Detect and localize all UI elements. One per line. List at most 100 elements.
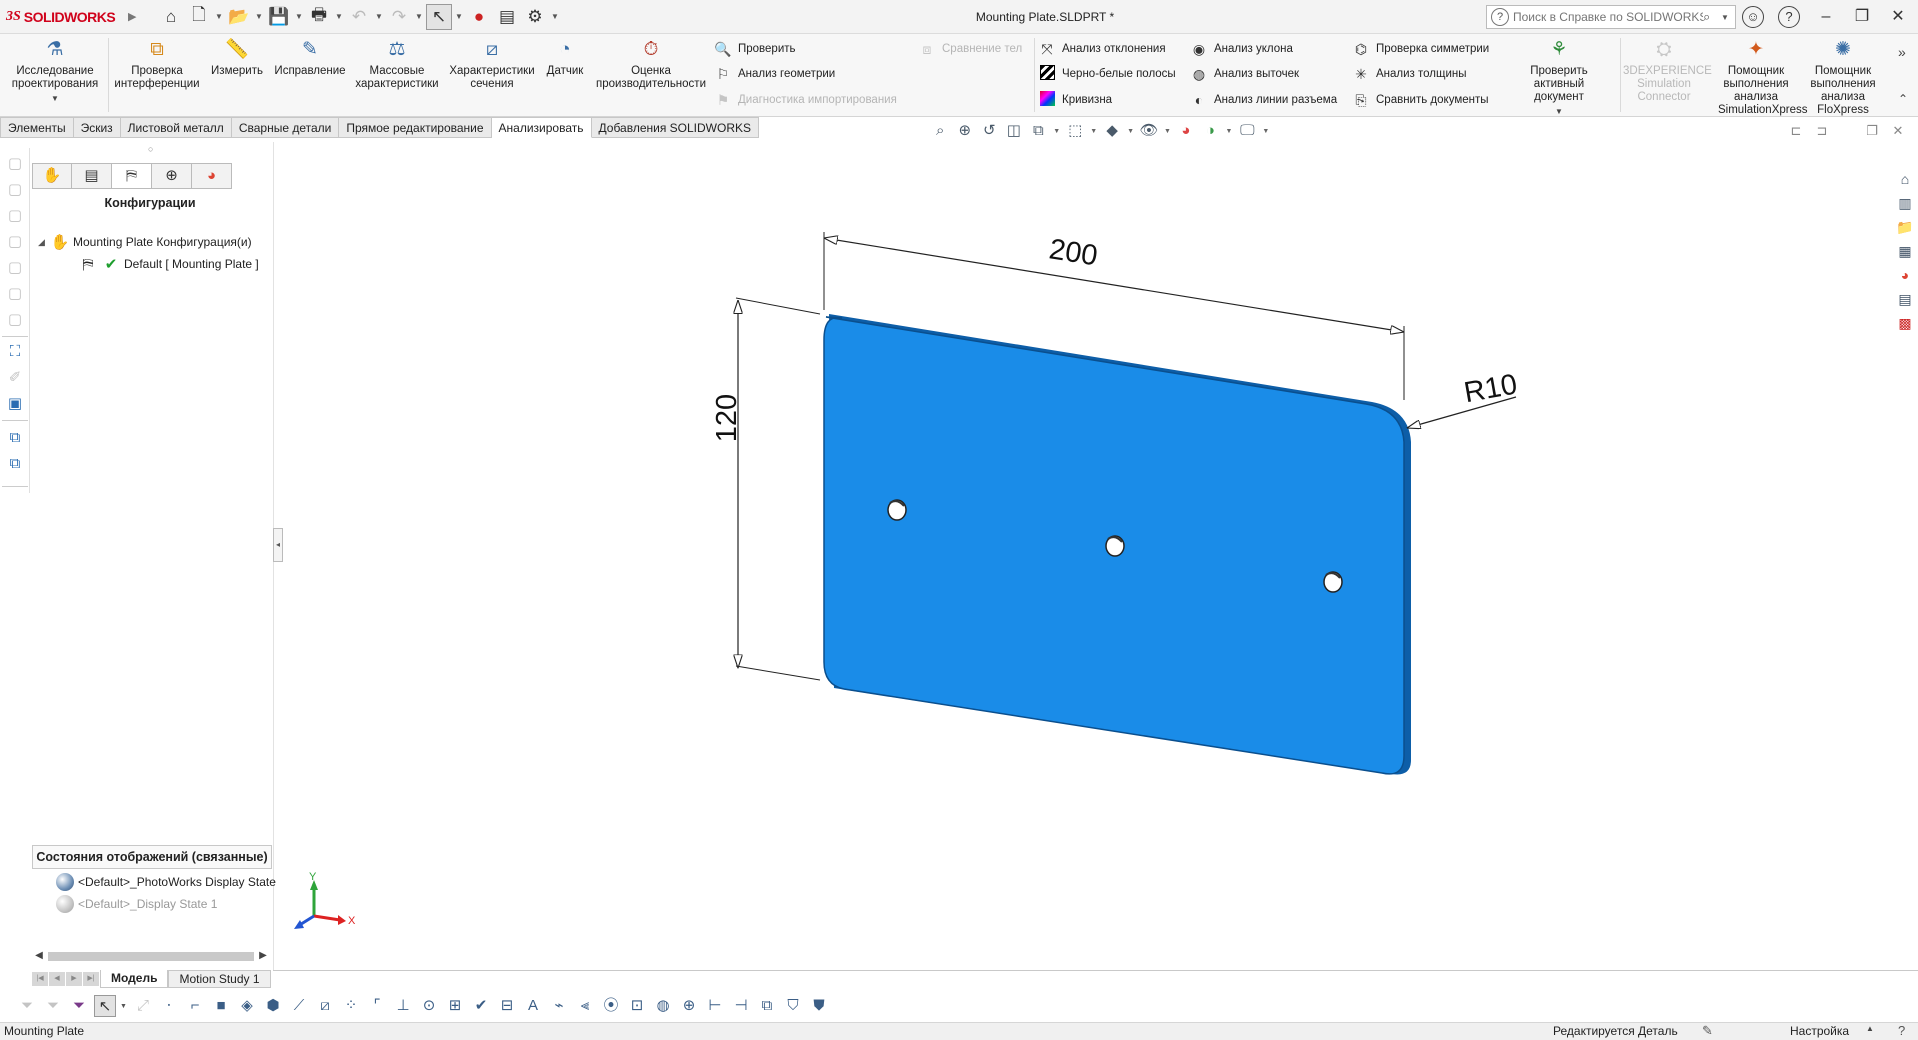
featuremanager-tree-tab[interactable]: ✋: [32, 163, 72, 189]
filter-center-marks-icon[interactable]: ⊕: [678, 995, 700, 1017]
more-commands-icon[interactable]: »: [1898, 44, 1906, 60]
tab-model[interactable]: Модель: [100, 970, 169, 988]
compare-bodies-button[interactable]: ⧈ Сравнение тел: [918, 38, 1023, 60]
appearances-icon[interactable]: ◕: [1894, 264, 1916, 286]
section-view-icon[interactable]: ◫: [1004, 121, 1025, 141]
orientation-dropdown-icon[interactable]: ▼: [1089, 128, 1097, 135]
mounting-hole[interactable]: [1105, 535, 1125, 557]
strip-tool-5-icon[interactable]: ▢: [5, 258, 25, 278]
strip-tool-3-icon[interactable]: ▢: [5, 206, 25, 226]
filter-notes-icon[interactable]: A: [522, 995, 544, 1017]
restore-window-icon[interactable]: ❐: [1844, 0, 1880, 34]
parting-line-analysis-button[interactable]: ◐ Анализ линии разъема: [1190, 89, 1337, 111]
filter-disabled-icon[interactable]: ⤢: [132, 995, 154, 1017]
horizontal-scrollbar[interactable]: ◀ ▶: [32, 947, 270, 965]
mass-properties-button[interactable]: ⚖ Массовые характеристики: [352, 38, 442, 116]
close-window-icon[interactable]: ✕: [1880, 0, 1916, 34]
display-style-dropdown-icon[interactable]: ▼: [1126, 128, 1134, 135]
filter-dimensions-icon[interactable]: ⊞: [444, 995, 466, 1017]
scroll-thumb[interactable]: [48, 952, 254, 961]
curvature-button[interactable]: Кривизна: [1038, 89, 1112, 111]
prev-tab-icon[interactable]: ◀: [49, 972, 65, 986]
model-view[interactable]: 200 120 R10 Y X: [284, 142, 1890, 968]
save-dropdown-icon[interactable]: ▼: [294, 12, 304, 21]
first-tab-icon[interactable]: |◀: [32, 972, 48, 986]
strip-tool-4-icon[interactable]: ▢: [5, 232, 25, 252]
units-dropdown-icon[interactable]: ▲: [1866, 1024, 1874, 1033]
filter-vertices-icon[interactable]: ⋅: [158, 995, 180, 1017]
display-state-row[interactable]: <Default>_PhotoWorks Display State: [56, 872, 276, 892]
floxpress-button[interactable]: ✺ Помощник выполнения анализа FloXpress: [1800, 38, 1886, 116]
filter-faces-icon[interactable]: ■: [210, 995, 232, 1017]
filter-sketch-segments-icon[interactable]: ⌜: [366, 995, 388, 1017]
last-tab-icon[interactable]: ▶|: [83, 972, 99, 986]
next-tab-icon[interactable]: ▶: [66, 972, 82, 986]
view-dropdown-icon[interactable]: ▼: [1053, 128, 1061, 135]
filter-edges-icon[interactable]: ⌐: [184, 995, 206, 1017]
compare-documents-button[interactable]: ⎘ Сравнить документы: [1352, 89, 1488, 111]
filter-routing-icon[interactable]: ⧉: [756, 995, 778, 1017]
width-dimension-text[interactable]: 200: [1047, 233, 1100, 272]
viewport-maximize-icon[interactable]: ❐: [1862, 121, 1882, 141]
rebuild-traffic-light-icon[interactable]: ●: [466, 4, 492, 30]
radius-dimension-text[interactable]: R10: [1462, 368, 1520, 409]
check-active-document-dropdown-icon[interactable]: ▼: [1555, 105, 1563, 118]
geometry-analysis-button[interactable]: ⚐ Анализ геометрии: [714, 63, 835, 85]
config-root-row[interactable]: ◢ ✋ Mounting Plate Конфигурация(и): [38, 232, 252, 252]
tab-motion-study[interactable]: Motion Study 1: [168, 970, 271, 988]
design-library-icon[interactable]: ▥: [1894, 192, 1916, 214]
deviation-analysis-button[interactable]: ⤧ Анализ отклонения: [1038, 38, 1165, 60]
display-style-icon[interactable]: ◆: [1102, 121, 1123, 141]
filter-axes-icon[interactable]: ⟋: [288, 995, 310, 1017]
strip-tool-1-icon[interactable]: ▢: [5, 154, 25, 174]
displaymanager-tab[interactable]: ◕: [192, 163, 232, 189]
filter-centers-icon[interactable]: ⊙: [418, 995, 440, 1017]
search-dropdown-icon[interactable]: ▼: [1721, 13, 1735, 22]
user-account-icon[interactable]: ☺: [1742, 6, 1764, 28]
previous-view-icon[interactable]: ↺: [979, 121, 1000, 141]
print-icon[interactable]: 🖶: [306, 4, 332, 30]
viewport-close-icon[interactable]: ✕: [1888, 121, 1908, 141]
new-dropdown-icon[interactable]: ▼: [214, 12, 224, 21]
options-gear-icon[interactable]: ⚙: [522, 4, 548, 30]
viewport-single-icon[interactable]: ⊏: [1786, 121, 1806, 141]
filter-toggle-icon[interactable]: ⏷: [16, 995, 38, 1017]
mounting-hole[interactable]: [887, 499, 907, 521]
filter-all-icon[interactable]: ⏷: [68, 995, 90, 1017]
panel-grip-icon[interactable]: ○: [148, 144, 153, 154]
filter-planes-icon[interactable]: ⧄: [314, 995, 336, 1017]
simulationxpress-button[interactable]: ✦ Помощник выполнения анализа Simulation…: [1710, 38, 1807, 116]
measure-button[interactable]: 📏 Измерить: [205, 38, 269, 116]
strip-tool-11-icon[interactable]: ⧉: [5, 428, 25, 448]
import-diagnostics-button[interactable]: ⚑ Диагностика импортирования: [714, 89, 897, 111]
menu-expand-icon[interactable]: ▶: [128, 10, 144, 23]
apply-scene-icon[interactable]: ◑: [1200, 121, 1221, 141]
tab-weldments[interactable]: Сварные детали: [231, 117, 340, 138]
minimize-window-icon[interactable]: –: [1808, 0, 1844, 34]
filter-sketch-points-icon[interactable]: ⁘: [340, 995, 362, 1017]
configurationmanager-tab[interactable]: ⛿: [112, 163, 152, 189]
filter-surface-finish-icon[interactable]: ✔: [470, 995, 492, 1017]
hide-show-dropdown-icon[interactable]: ▼: [1163, 128, 1171, 135]
tab-features[interactable]: Элементы: [0, 117, 74, 138]
design-study-button[interactable]: ⚗ Исследование проектирования ▼: [4, 38, 106, 116]
solidworks-logo[interactable]: 3S SOLIDWORKS: [0, 0, 128, 34]
zebra-stripes-button[interactable]: Черно-белые полосы: [1038, 63, 1176, 85]
height-dimension-text[interactable]: 120: [711, 394, 743, 442]
filter-weld-icon[interactable]: ⫷: [574, 995, 596, 1017]
strip-tool-7-icon[interactable]: ▢: [5, 310, 25, 330]
sensor-button[interactable]: ◔ Датчик: [542, 38, 588, 116]
zoom-to-area-icon[interactable]: ⊕: [955, 121, 976, 141]
strip-tool-12-icon[interactable]: ⧉: [5, 454, 25, 474]
simulation-connector-button[interactable]: ⛭ 3DEXPERIENCE Simulation Connector: [1622, 38, 1712, 116]
strip-tool-6-icon[interactable]: ▢: [5, 284, 25, 304]
solidworks-forum-icon[interactable]: ▩: [1894, 312, 1916, 334]
radius-dimension[interactable]: R10: [1407, 368, 1520, 428]
select-pointer-icon[interactable]: ↖: [426, 3, 452, 30]
edit-appearance-icon[interactable]: ◕: [1176, 121, 1197, 141]
collapse-arrow-icon[interactable]: ◢: [38, 237, 50, 248]
open-folder-icon[interactable]: 📂: [226, 4, 252, 30]
tab-evaluate[interactable]: Анализировать: [491, 117, 592, 138]
filter-clear-icon[interactable]: ⏷: [42, 995, 64, 1017]
select-pointer-icon[interactable]: ↖: [94, 995, 116, 1017]
